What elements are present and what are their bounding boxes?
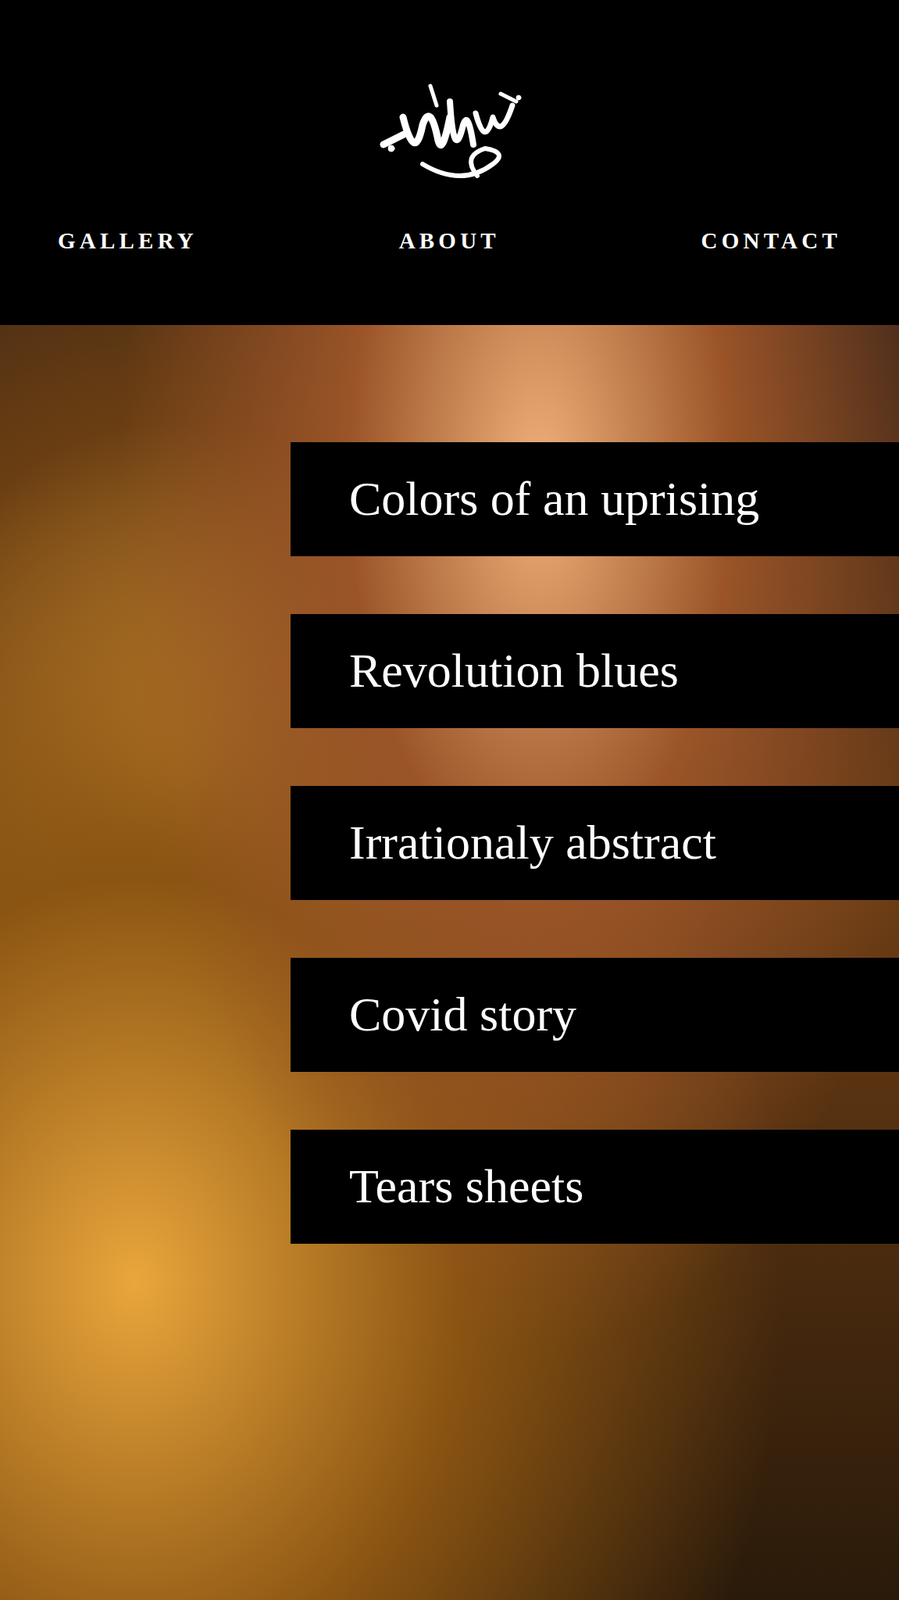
main-nav: GALLERY ABOUT CONTACT bbox=[0, 226, 899, 257]
logo[interactable] bbox=[375, 0, 525, 227]
hero-photo: Colors of an uprising Revolution blues Irr… bbox=[0, 324, 899, 1600]
gallery-link[interactable]: Tears sheets bbox=[290, 1129, 899, 1244]
site-header: GALLERY ABOUT CONTACT bbox=[0, 0, 899, 325]
gallery-link[interactable]: Irrationaly abstract bbox=[290, 785, 899, 900]
nav-link[interactable]: ABOUT bbox=[399, 226, 500, 257]
gallery-link[interactable]: Covid story bbox=[290, 957, 899, 1072]
gallery-link[interactable]: Revolution blues bbox=[290, 613, 899, 728]
page: GALLERY ABOUT CONTACT Colors of an uprising… bbox=[0, 0, 899, 1600]
gallery-link[interactable]: Colors of an uprising bbox=[290, 442, 899, 557]
graffiti-logo-icon[interactable] bbox=[375, 70, 525, 196]
nav-link[interactable]: CONTACT bbox=[701, 226, 842, 257]
nav-link[interactable]: GALLERY bbox=[57, 226, 198, 257]
